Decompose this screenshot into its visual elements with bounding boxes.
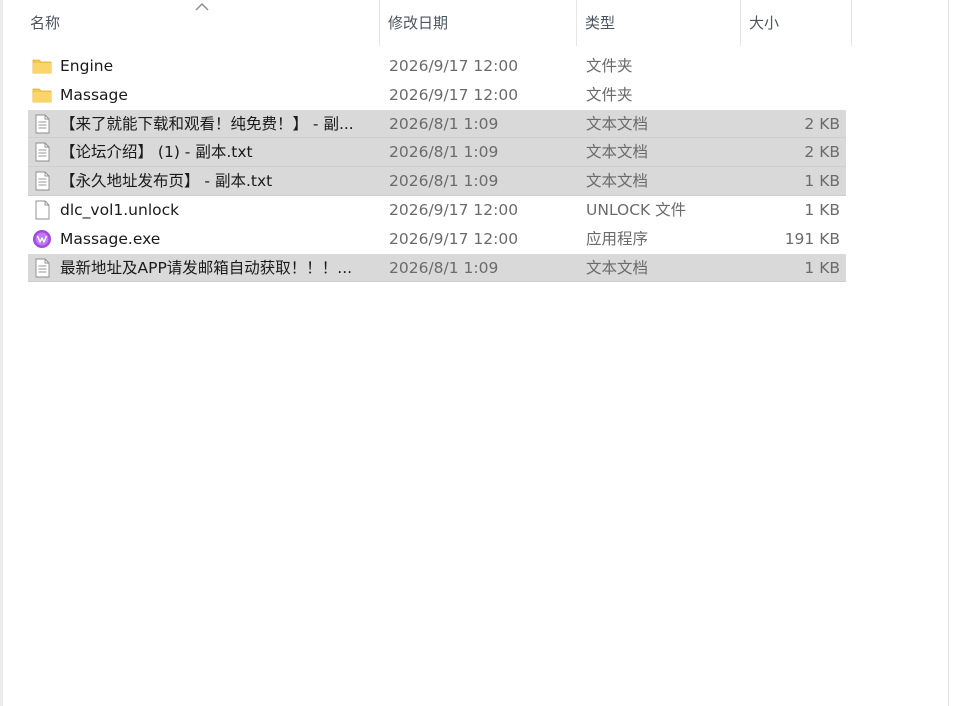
column-header-bar: 名称 修改日期 类型 大小 xyxy=(0,0,852,46)
file-size: 2 KB xyxy=(804,114,840,133)
file-size xyxy=(740,81,840,110)
file-date: 2026/9/17 12:00 xyxy=(389,200,519,219)
folder-icon xyxy=(32,88,52,103)
file-name: 【论坛介绍】 (1) - 副本.txt xyxy=(60,143,253,162)
file-row-massage-folder[interactable]: Massage 2026/9/17 12:00 文件夹 xyxy=(28,81,846,110)
file-name: Massage.exe xyxy=(60,229,161,248)
file-name: dlc_vol1.unlock xyxy=(60,200,180,219)
file-row-latest-address-txt[interactable]: 最新地址及APP请发邮箱自动获取！！！... 2026/8/1 1:09 文本文… xyxy=(28,253,846,283)
file-name: 【来了就能下载和观看！纯免费！】 - 副... xyxy=(60,114,354,133)
file-date: 2026/9/17 12:00 xyxy=(389,85,519,104)
file-size: 191 KB xyxy=(784,229,840,248)
text-document-icon xyxy=(35,142,50,162)
file-type: 文件夹 xyxy=(586,57,633,75)
column-header-type-label: 类型 xyxy=(585,14,616,32)
file-name: Engine xyxy=(60,57,114,75)
sort-ascending-icon xyxy=(195,3,209,11)
column-header-size-label: 大小 xyxy=(749,14,780,32)
file-date: 2026/8/1 1:09 xyxy=(389,258,499,277)
text-document-icon xyxy=(35,114,50,134)
file-name: Massage xyxy=(60,85,128,104)
file-row-engine[interactable]: Engine 2026/9/17 12:00 文件夹 xyxy=(28,52,846,81)
window-left-border xyxy=(0,0,3,706)
file-size: 2 KB xyxy=(804,143,840,162)
file-size: 1 KB xyxy=(804,200,840,219)
file-row-permanent-address-txt[interactable]: 【永久地址发布页】 - 副本.txt 2026/8/1 1:09 文本文档 1 … xyxy=(28,167,846,196)
file-type: 文本文档 xyxy=(586,114,649,133)
file-date: 2026/8/1 1:09 xyxy=(389,143,499,162)
file-type: 应用程序 xyxy=(586,229,649,248)
column-header-date[interactable]: 修改日期 xyxy=(380,0,577,46)
pane-right-border xyxy=(948,0,949,706)
column-header-size[interactable]: 大小 xyxy=(741,0,852,46)
file-name: 【永久地址发布页】 - 副本.txt xyxy=(60,172,273,191)
file-size: 1 KB xyxy=(804,258,840,277)
folder-icon xyxy=(32,59,52,74)
file-size xyxy=(740,52,840,81)
file-row-dlc-unlock[interactable]: dlc_vol1.unlock 2026/9/17 12:00 UNLOCK 文… xyxy=(28,196,846,225)
text-document-icon xyxy=(35,258,50,278)
blank-file-icon xyxy=(35,200,50,220)
file-type: UNLOCK 文件 xyxy=(586,200,687,219)
file-type: 文本文档 xyxy=(586,172,649,191)
file-date: 2026/8/1 1:09 xyxy=(389,172,499,191)
file-size: 1 KB xyxy=(804,172,840,191)
column-header-name-label: 名称 xyxy=(30,14,61,32)
column-header-type[interactable]: 类型 xyxy=(577,0,741,46)
file-date: 2026/9/17 12:00 xyxy=(389,57,519,75)
file-row-free-download-txt[interactable]: 【来了就能下载和观看！纯免费！】 - 副... 2026/8/1 1:09 文本… xyxy=(28,109,846,139)
file-date: 2026/8/1 1:09 xyxy=(389,114,499,133)
file-type: 文本文档 xyxy=(586,258,649,277)
file-date: 2026/9/17 12:00 xyxy=(389,229,519,248)
file-row-forum-intro-txt[interactable]: 【论坛介绍】 (1) - 副本.txt 2026/8/1 1:09 文本文档 2… xyxy=(28,138,846,168)
text-document-icon xyxy=(35,171,50,191)
app-icon xyxy=(33,229,51,248)
file-row-massage-exe[interactable]: Massage.exe 2026/9/17 12:00 应用程序 191 KB xyxy=(28,225,846,254)
file-type: 文件夹 xyxy=(586,85,633,104)
column-header-date-label: 修改日期 xyxy=(388,14,449,32)
file-name: 最新地址及APP请发邮箱自动获取！！！... xyxy=(60,258,353,277)
file-type: 文本文档 xyxy=(586,143,649,162)
file-list: Engine 2026/9/17 12:00 文件夹 Massage 2026/… xyxy=(28,52,846,283)
